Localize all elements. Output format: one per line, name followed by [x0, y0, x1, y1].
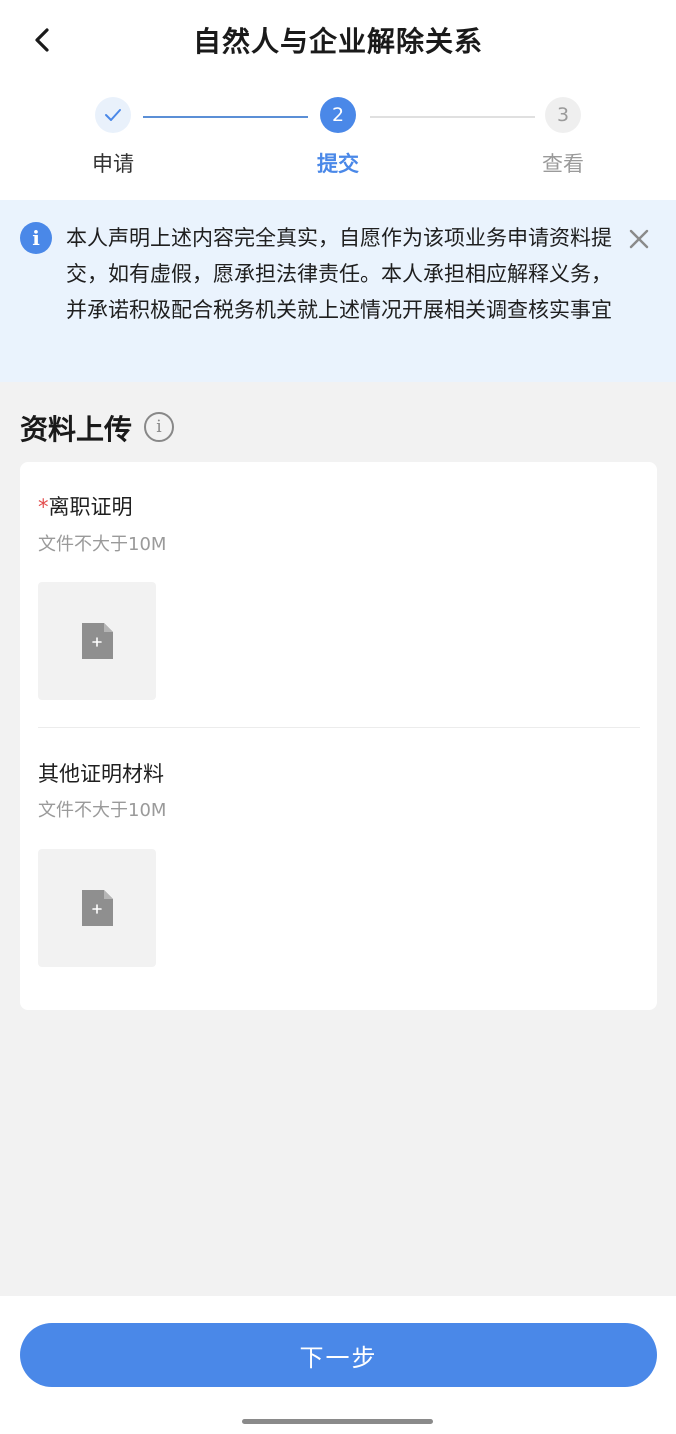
field-label-other-proof: 其他证明材料	[38, 758, 164, 788]
step-connector-done	[143, 116, 308, 118]
declaration-text: 本人声明上述内容完全真实，自愿作为该项业务申请资料提交，如有虚假，愿承担法律责任…	[66, 226, 612, 322]
required-mark: *	[38, 495, 49, 519]
file-add-icon	[82, 890, 113, 926]
step-2-label: 提交	[317, 152, 359, 176]
section-title-upload: 资料上传	[20, 413, 133, 446]
home-indicator[interactable]	[242, 1419, 433, 1424]
field-label-text: 其他证明材料	[38, 762, 164, 786]
step-3-label: 查看	[542, 152, 584, 176]
file-add-icon	[82, 623, 113, 659]
close-icon	[629, 229, 649, 249]
info-filled-icon: i	[20, 222, 52, 254]
upload-button-other-proof[interactable]	[38, 849, 156, 967]
step-1-indicator	[95, 97, 131, 133]
page-title: 自然人与企业解除关系	[192, 25, 483, 58]
step-2-indicator: 2	[320, 97, 356, 133]
step-connector-todo	[370, 116, 535, 118]
step-3-indicator: 3	[545, 97, 581, 133]
next-step-button[interactable]: 下一步	[20, 1323, 657, 1387]
upload-button-resignation[interactable]	[38, 582, 156, 700]
step-1-label: 申请	[92, 152, 134, 176]
check-icon	[105, 109, 121, 121]
field-hint-other-proof: 文件不大于10M	[38, 800, 167, 821]
field-hint-resignation: 文件不大于10M	[38, 534, 167, 555]
field-label-resignation: *离职证明	[38, 491, 133, 521]
field-label-text: 离职证明	[48, 495, 133, 519]
notice-close-button[interactable]	[624, 224, 654, 254]
info-outline-icon[interactable]: i	[144, 412, 174, 442]
field-divider	[38, 727, 640, 728]
